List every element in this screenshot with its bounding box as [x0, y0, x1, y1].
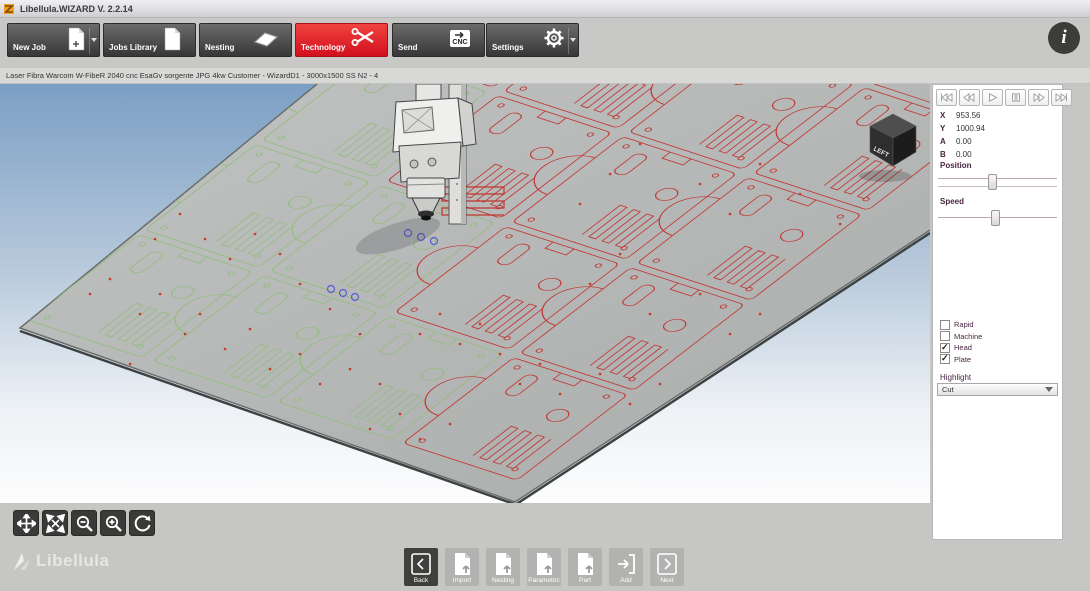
job-description-bar: Laser Fibra Warcom W-FibeR 2040 cnc EsaG… [0, 68, 1090, 84]
import-button[interactable]: Import [445, 548, 479, 586]
zoom-in-icon [104, 514, 123, 533]
skip-start-button[interactable] [936, 89, 957, 106]
gear-icon [542, 27, 566, 51]
speed-slider-handle[interactable] [991, 210, 1000, 226]
button-divider [89, 28, 90, 54]
skip-start-icon [940, 93, 953, 102]
libellula-logo-icon [13, 551, 32, 571]
rapid-checkbox-box[interactable] [940, 320, 950, 330]
technology-button[interactable]: Technology [295, 23, 388, 57]
scissors-icon [351, 27, 375, 51]
nesting-nav-button[interactable]: Nesting [486, 548, 520, 586]
viewport-3d[interactable]: LEFT [0, 84, 930, 503]
speed-slider[interactable] [938, 209, 1057, 227]
back-button[interactable]: Back [404, 548, 438, 586]
dropdown-caret-icon[interactable] [570, 38, 576, 42]
position-slider[interactable] [938, 173, 1057, 191]
fast-forward-button[interactable] [1028, 89, 1049, 106]
plate-checkbox-box[interactable] [940, 354, 950, 364]
zoom-out-icon [75, 514, 94, 533]
add-job-icon [615, 551, 637, 577]
send-button[interactable]: CNC Send [392, 23, 485, 57]
position-label: Position [940, 161, 972, 170]
highlight-label: Highlight [940, 373, 971, 382]
position-slider-track [938, 178, 1057, 179]
main-toolbar: New Job Jobs Library Nesting Technology … [0, 18, 1090, 68]
nesting-document-icon [492, 551, 514, 577]
cnc-icon: CNC [448, 27, 472, 51]
import-document-icon [451, 551, 473, 577]
dropdown-caret-icon[interactable] [91, 38, 97, 42]
wizard-navbar: Back Import Nesting Parametric Part A [404, 548, 684, 586]
part-button[interactable]: Part [568, 548, 602, 586]
fit-view-icon [46, 514, 65, 533]
plate-checkbox[interactable]: Plate [940, 354, 982, 366]
machine-checkbox[interactable]: Machine [940, 331, 982, 343]
next-icon [656, 551, 678, 577]
svg-text:CNC: CNC [452, 39, 467, 46]
rotate-view-icon [133, 514, 152, 533]
back-icon [410, 551, 432, 577]
info-button[interactable]: i [1048, 22, 1080, 54]
play-button[interactable] [982, 89, 1003, 106]
libellula-logo: Libellula [13, 551, 109, 571]
chevron-down-icon [1045, 387, 1053, 392]
play-icon [987, 93, 998, 102]
app-logo-icon [4, 3, 15, 14]
job-description-text: Laser Fibra Warcom W-FibeR 2040 cnc EsaG… [6, 71, 378, 80]
pause-icon [1011, 93, 1021, 102]
libellula-logo-text: Libellula [36, 551, 109, 571]
layer-toggles: Rapid Machine Head Plate [940, 319, 982, 365]
head-checkbox[interactable]: Head [940, 342, 982, 354]
coord-y: Y 1000.94 [940, 124, 985, 137]
scene-3d: LEFT [0, 84, 930, 503]
coord-x: X 953.56 [940, 111, 985, 124]
simulation-panel: X 953.56 Y 1000.94 A 0.00 B 0.00 Positio… [932, 84, 1063, 540]
pause-button[interactable] [1005, 89, 1026, 106]
coord-a: A 0.00 [940, 137, 985, 150]
document-icon [161, 27, 183, 51]
zoom-out-button[interactable] [71, 510, 97, 536]
position-slider-ticks [938, 186, 1057, 187]
head-checkbox-box[interactable] [940, 343, 950, 353]
zoom-in-button[interactable] [100, 510, 126, 536]
window-title: Libellula.WIZARD V. 2.2.14 [20, 4, 133, 14]
speed-label: Speed [940, 197, 964, 206]
jobs-library-button[interactable]: Jobs Library [103, 23, 196, 57]
new-document-icon [65, 27, 87, 51]
pan-icon [17, 514, 36, 533]
window-titlebar: Libellula.WIZARD V. 2.2.14 [0, 0, 1090, 18]
rewind-button[interactable] [959, 89, 980, 106]
rapid-checkbox[interactable]: Rapid [940, 319, 982, 331]
position-slider-handle[interactable] [988, 174, 997, 190]
parametric-document-icon [533, 551, 555, 577]
skip-end-button[interactable] [1051, 89, 1072, 106]
new-job-button[interactable]: New Job [7, 23, 100, 57]
rewind-icon [963, 93, 976, 102]
fit-view-button[interactable] [42, 510, 68, 536]
transport-controls [936, 89, 1072, 106]
highlight-dropdown[interactable]: Cut [937, 383, 1058, 396]
sheet-icon [253, 27, 279, 51]
parametric-button[interactable]: Parametric [527, 548, 561, 586]
nesting-button[interactable]: Nesting [199, 23, 292, 57]
button-divider [568, 28, 569, 54]
pan-button[interactable] [13, 510, 39, 536]
part-document-icon [574, 551, 596, 577]
coordinate-readout: X 953.56 Y 1000.94 A 0.00 B 0.00 [940, 111, 985, 163]
view-toolbar [13, 510, 155, 536]
fast-forward-icon [1032, 93, 1045, 102]
highlight-dropdown-value: Cut [942, 385, 954, 394]
machine-checkbox-box[interactable] [940, 331, 950, 341]
add-button[interactable]: Add [609, 548, 643, 586]
skip-end-icon [1055, 93, 1068, 102]
rotate-view-button[interactable] [129, 510, 155, 536]
next-button[interactable]: Next [650, 548, 684, 586]
settings-button[interactable]: Settings [486, 23, 579, 57]
